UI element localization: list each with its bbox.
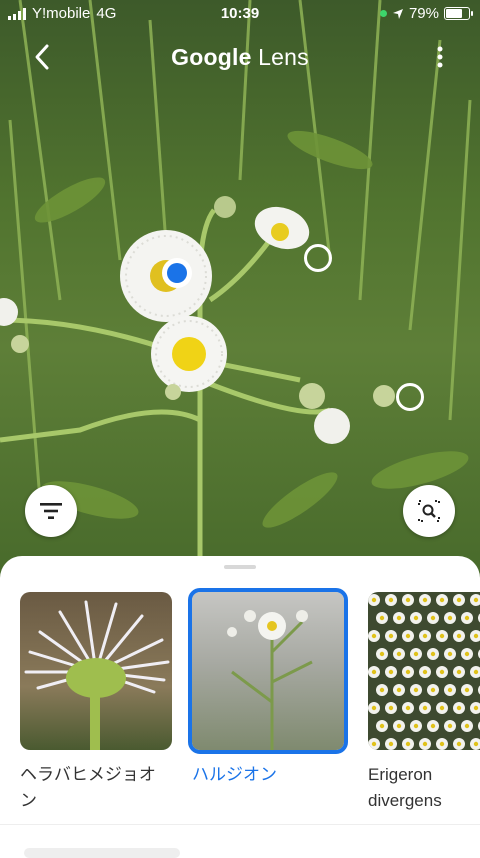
result-label[interactable]: ヘラバヒメジョオン bbox=[20, 762, 172, 814]
next-section-placeholder bbox=[24, 848, 180, 858]
object-hotspot[interactable] bbox=[396, 383, 424, 411]
app-header: Google Lens bbox=[0, 36, 480, 80]
image-search-icon bbox=[418, 500, 440, 522]
selected-object-hotspot[interactable] bbox=[162, 258, 192, 288]
battery-fill bbox=[446, 9, 462, 18]
filter-icon bbox=[40, 503, 62, 519]
more-vert-icon[interactable] bbox=[430, 44, 450, 70]
location-dot-icon bbox=[379, 10, 387, 17]
battery-percent: 79% bbox=[408, 5, 439, 22]
camera-photo[interactable] bbox=[0, 0, 480, 580]
result-thumbnail[interactable] bbox=[20, 592, 172, 750]
daisy-field-image bbox=[368, 594, 480, 750]
status-bar: Y!mobile 4G 10:39 79% bbox=[0, 0, 480, 28]
result-card[interactable]: ヘラバヒメジョオン bbox=[20, 592, 172, 814]
result-label[interactable]: ハルジオン bbox=[192, 762, 344, 788]
result-card[interactable]: Erigeron divergens bbox=[368, 592, 480, 814]
results-sheet[interactable]: ヘラバヒメジョオン ハルジオン Erigeron divergens bbox=[0, 556, 480, 858]
battery-icon bbox=[444, 7, 473, 20]
object-hotspot[interactable] bbox=[304, 244, 332, 272]
result-card-selected[interactable]: ハルジオン bbox=[188, 588, 348, 788]
result-thumbnail[interactable] bbox=[368, 592, 480, 750]
page-title: Google Lens bbox=[0, 44, 480, 71]
location-arrow-icon bbox=[392, 8, 403, 19]
sheet-handle[interactable] bbox=[224, 565, 256, 569]
filter-button[interactable] bbox=[25, 485, 77, 537]
title-product: Lens bbox=[258, 44, 309, 70]
title-brand: Google bbox=[171, 44, 252, 70]
divider bbox=[0, 824, 480, 825]
result-label[interactable]: Erigeron divergens bbox=[368, 762, 468, 814]
result-thumbnail[interactable] bbox=[188, 588, 348, 754]
image-search-button[interactable] bbox=[403, 485, 455, 537]
